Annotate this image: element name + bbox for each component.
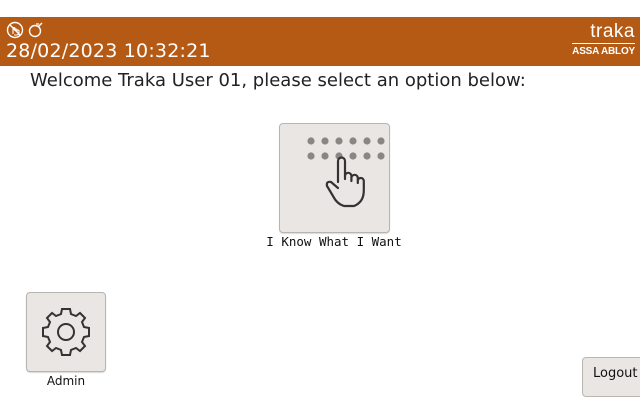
brand-name: traka	[572, 22, 635, 44]
datetime: 28/02/2023 10:32:21	[6, 40, 211, 62]
gear-icon	[42, 308, 90, 356]
keypad-touch-icon	[307, 137, 385, 208]
no-touch-icon	[6, 21, 24, 41]
logout-button[interactable]: Logout	[582, 357, 640, 397]
i-know-what-i-want-button[interactable]	[279, 123, 390, 233]
admin-button[interactable]	[26, 292, 106, 372]
logout-label: Logout	[593, 366, 638, 381]
admin-label: Admin	[46, 374, 86, 388]
brand-subtitle: ASSA ABLOY	[572, 46, 635, 57]
brand-logo: traka ASSA ABLOY	[572, 22, 635, 57]
status-icons	[6, 21, 44, 41]
plug-icon	[28, 21, 44, 41]
i-know-what-i-want-label: I Know What I Want	[266, 234, 402, 249]
welcome-message: Welcome Traka User 01, please select an …	[30, 70, 526, 91]
